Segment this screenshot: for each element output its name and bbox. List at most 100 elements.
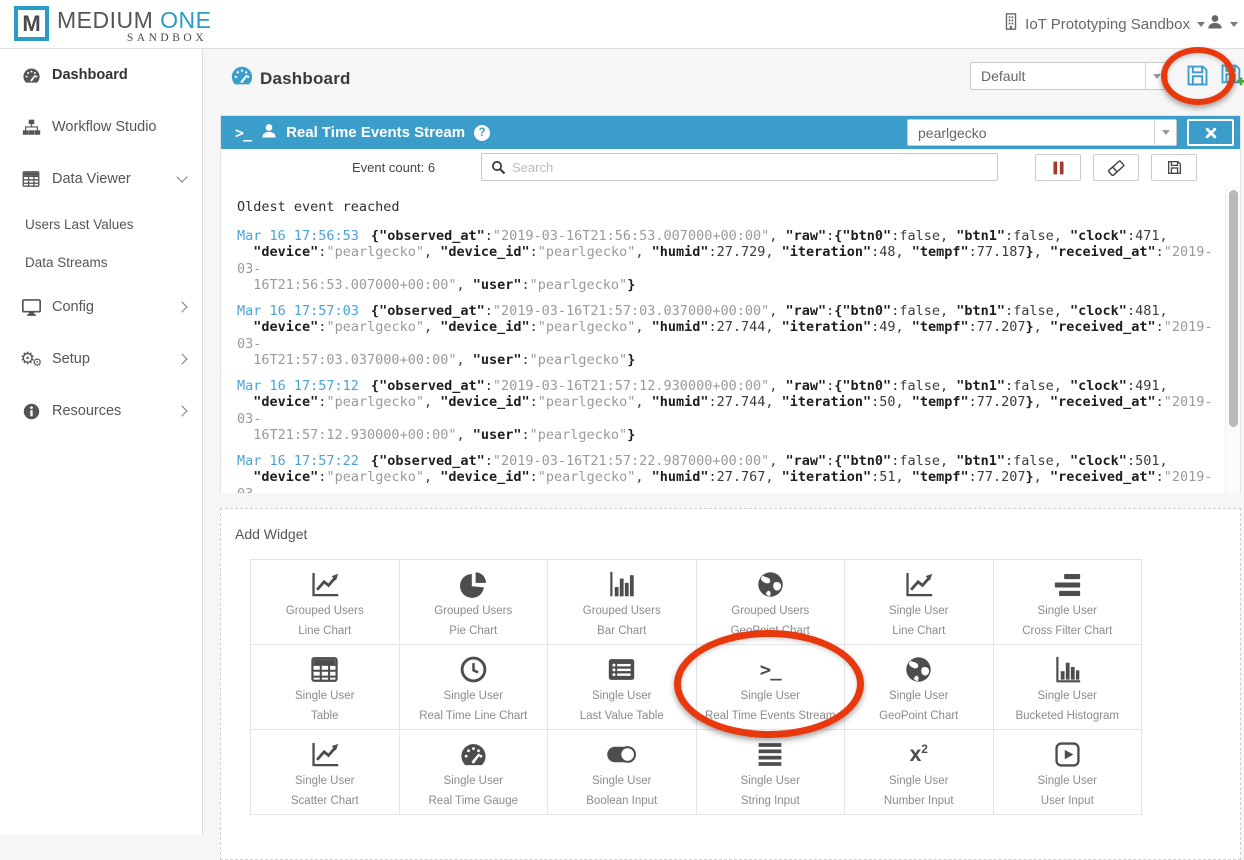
widget-single-user-bucketed-histogram[interactable]: Single User Bucketed Histogram — [993, 645, 1141, 729]
close-icon — [1205, 127, 1216, 138]
monitor-icon — [19, 298, 43, 316]
sidebar-item-workflow-studio[interactable]: Workflow Studio — [0, 113, 203, 141]
save-icon — [1187, 65, 1208, 86]
chevron-right-icon — [176, 405, 188, 417]
scrollbar-thumb[interactable] — [1229, 190, 1238, 427]
sidebar-item-users-last-values[interactable]: Users Last Values — [0, 210, 203, 238]
widget-single-user-cross-filter-chart[interactable]: Single User Cross Filter Chart — [993, 560, 1141, 644]
terminal-icon: >_ — [235, 123, 252, 142]
pause-icon — [1052, 161, 1064, 174]
widget-single-user-scatter-chart[interactable]: Single User Scatter Chart — [251, 730, 399, 814]
terminal-icon: >_ — [759, 658, 782, 681]
save-icon — [1167, 160, 1181, 175]
pie-chart-icon — [459, 568, 487, 601]
globe-icon — [905, 653, 932, 686]
globe-icon — [757, 568, 784, 601]
sidebar-item-dashboard[interactable]: Dashboard — [0, 61, 203, 89]
pause-stream-button[interactable] — [1035, 154, 1081, 181]
events-console[interactable]: Oldest event reached Mar 16 17:56:53 {"ob… — [221, 186, 1240, 493]
widget-single-user-table[interactable]: Single User Table — [251, 645, 399, 729]
widget-single-user-geopoint-chart[interactable]: Single User GeoPoint Chart — [845, 645, 993, 729]
gears-icon: ⚙ ⚙ — [19, 348, 43, 369]
sidebar-item-data-streams[interactable]: Data Streams — [0, 248, 203, 276]
save-dashboard-button[interactable] — [1186, 64, 1209, 92]
widget-single-user-boolean-input[interactable]: Single User Boolean Input — [548, 730, 696, 814]
list-table-icon — [608, 653, 635, 686]
x-squared-icon: x2 — [909, 742, 928, 766]
brand-subtitle: SANDBOX — [126, 32, 207, 44]
histogram-icon — [1054, 653, 1081, 686]
widget-single-user-real-time-events-stream[interactable]: >_ Single User Real Time Events Stream — [696, 645, 844, 729]
close-widget-button[interactable] — [1187, 119, 1234, 146]
search-box — [481, 153, 998, 181]
event-count: Event count: 6 — [352, 160, 436, 175]
event-timestamp: Mar 16 17:57:22 — [237, 452, 359, 469]
widget-single-user-string-input[interactable]: Single User String Input — [696, 730, 844, 814]
widget-single-user-last-value-table[interactable]: Single User Last Value Table — [548, 645, 696, 729]
event-json: {"observed_at":"2019-03-16T21:57:12.9300… — [237, 377, 1213, 444]
cross-filter-icon — [1054, 568, 1081, 601]
line-chart-icon — [310, 738, 340, 771]
sidebar-item-data-viewer[interactable]: Data Viewer — [0, 165, 203, 193]
gauge-icon — [19, 67, 43, 84]
building-icon — [1004, 13, 1018, 35]
console-event: Mar 16 17:57:22 {"observed_at":"2019-03-1… — [237, 453, 1214, 494]
brand-logo-icon[interactable]: M — [14, 6, 49, 41]
widget-single-user-line-chart[interactable]: Single User Line Chart — [845, 560, 993, 644]
eraser-icon — [1107, 159, 1125, 176]
widget-single-user-real-time-gauge[interactable]: Single User Real Time Gauge — [399, 730, 547, 814]
widget-single-user-number-input[interactable]: x2 Single User Number Input — [845, 730, 993, 814]
gauge-icon — [459, 738, 488, 771]
save-stream-button[interactable] — [1151, 154, 1197, 181]
stream-toolbar: Event count: 6 — [221, 149, 1240, 186]
workspace-menu[interactable]: IoT Prototyping Sandbox — [1004, 0, 1205, 48]
chevron-down-icon — [1154, 120, 1176, 145]
console-status: Oldest event reached — [237, 199, 400, 215]
clear-stream-button[interactable] — [1093, 154, 1139, 181]
dashboard-select[interactable]: Default — [970, 62, 1168, 90]
clock-icon — [460, 653, 487, 686]
question-circle-icon[interactable]: ? — [474, 124, 491, 141]
device-select[interactable]: pearlgecko — [907, 119, 1177, 146]
page-title: Dashboard — [260, 69, 351, 88]
add-dashboard-button[interactable] — [1220, 63, 1244, 92]
console-event: Mar 16 17:57:03 {"observed_at":"2019-03-1… — [237, 303, 1214, 369]
search-input[interactable] — [512, 154, 992, 180]
align-justify-icon — [757, 738, 783, 771]
info-circle-icon — [19, 403, 43, 420]
sitemap-icon — [19, 119, 43, 136]
bar-chart-icon — [608, 568, 635, 601]
sidebar-item-resources[interactable]: Resources — [0, 397, 203, 425]
chevron-down-icon — [176, 171, 188, 183]
widget-grouped-users-line-chart[interactable]: Grouped Users Line Chart — [251, 560, 399, 644]
event-timestamp: Mar 16 17:56:53 — [237, 227, 359, 244]
stream-widget-header: >_ Real Time Events Stream ? pearlgecko — [221, 116, 1240, 149]
chevron-down-icon — [1197, 21, 1205, 31]
widget-grouped-users-bar-chart[interactable]: Grouped Users Bar Chart — [548, 560, 696, 644]
save-new-icon — [1221, 64, 1244, 86]
brand-wordmark: MEDIUM ONE — [57, 7, 212, 33]
line-chart-icon — [310, 568, 340, 601]
play-square-icon — [1055, 738, 1080, 771]
console-event: Mar 16 17:57:12 {"observed_at":"2019-03-1… — [237, 378, 1214, 444]
widget-grouped-users-geopoint-chart[interactable]: Grouped Users GeoPoint Chart — [696, 560, 844, 644]
user-icon — [1207, 14, 1223, 34]
main-content: Dashboard Default >_ Real Time Events St… — [204, 47, 1244, 860]
sidebar: Dashboard Workflow Studio Data Viewer Us… — [0, 49, 203, 835]
widget-grouped-users-pie-chart[interactable]: Grouped Users Pie Chart — [399, 560, 547, 644]
event-json: {"observed_at":"2019-03-16T21:57:03.0370… — [237, 302, 1213, 369]
widget-single-user-user-input[interactable]: Single User User Input — [993, 730, 1141, 814]
console-event: Mar 16 17:56:53 {"observed_at":"2019-03-1… — [237, 228, 1214, 294]
widget-grid: Grouped Users Line Chart Grouped Users P… — [250, 559, 1142, 815]
real-time-events-stream-widget: >_ Real Time Events Stream ? pearlgecko … — [220, 115, 1241, 493]
search-icon — [491, 160, 506, 180]
chevron-down-icon — [1230, 21, 1238, 31]
widget-single-user-real-time-line-chart[interactable]: Single User Real Time Line Chart — [399, 645, 547, 729]
table-icon — [311, 653, 338, 686]
event-timestamp: Mar 16 17:57:12 — [237, 377, 359, 394]
toggle-icon — [606, 738, 637, 771]
user-menu[interactable] — [1207, 0, 1238, 48]
sidebar-item-config[interactable]: Config — [0, 293, 203, 321]
chevron-down-icon — [1145, 63, 1167, 89]
sidebar-item-setup[interactable]: ⚙ ⚙ Setup — [0, 345, 203, 373]
